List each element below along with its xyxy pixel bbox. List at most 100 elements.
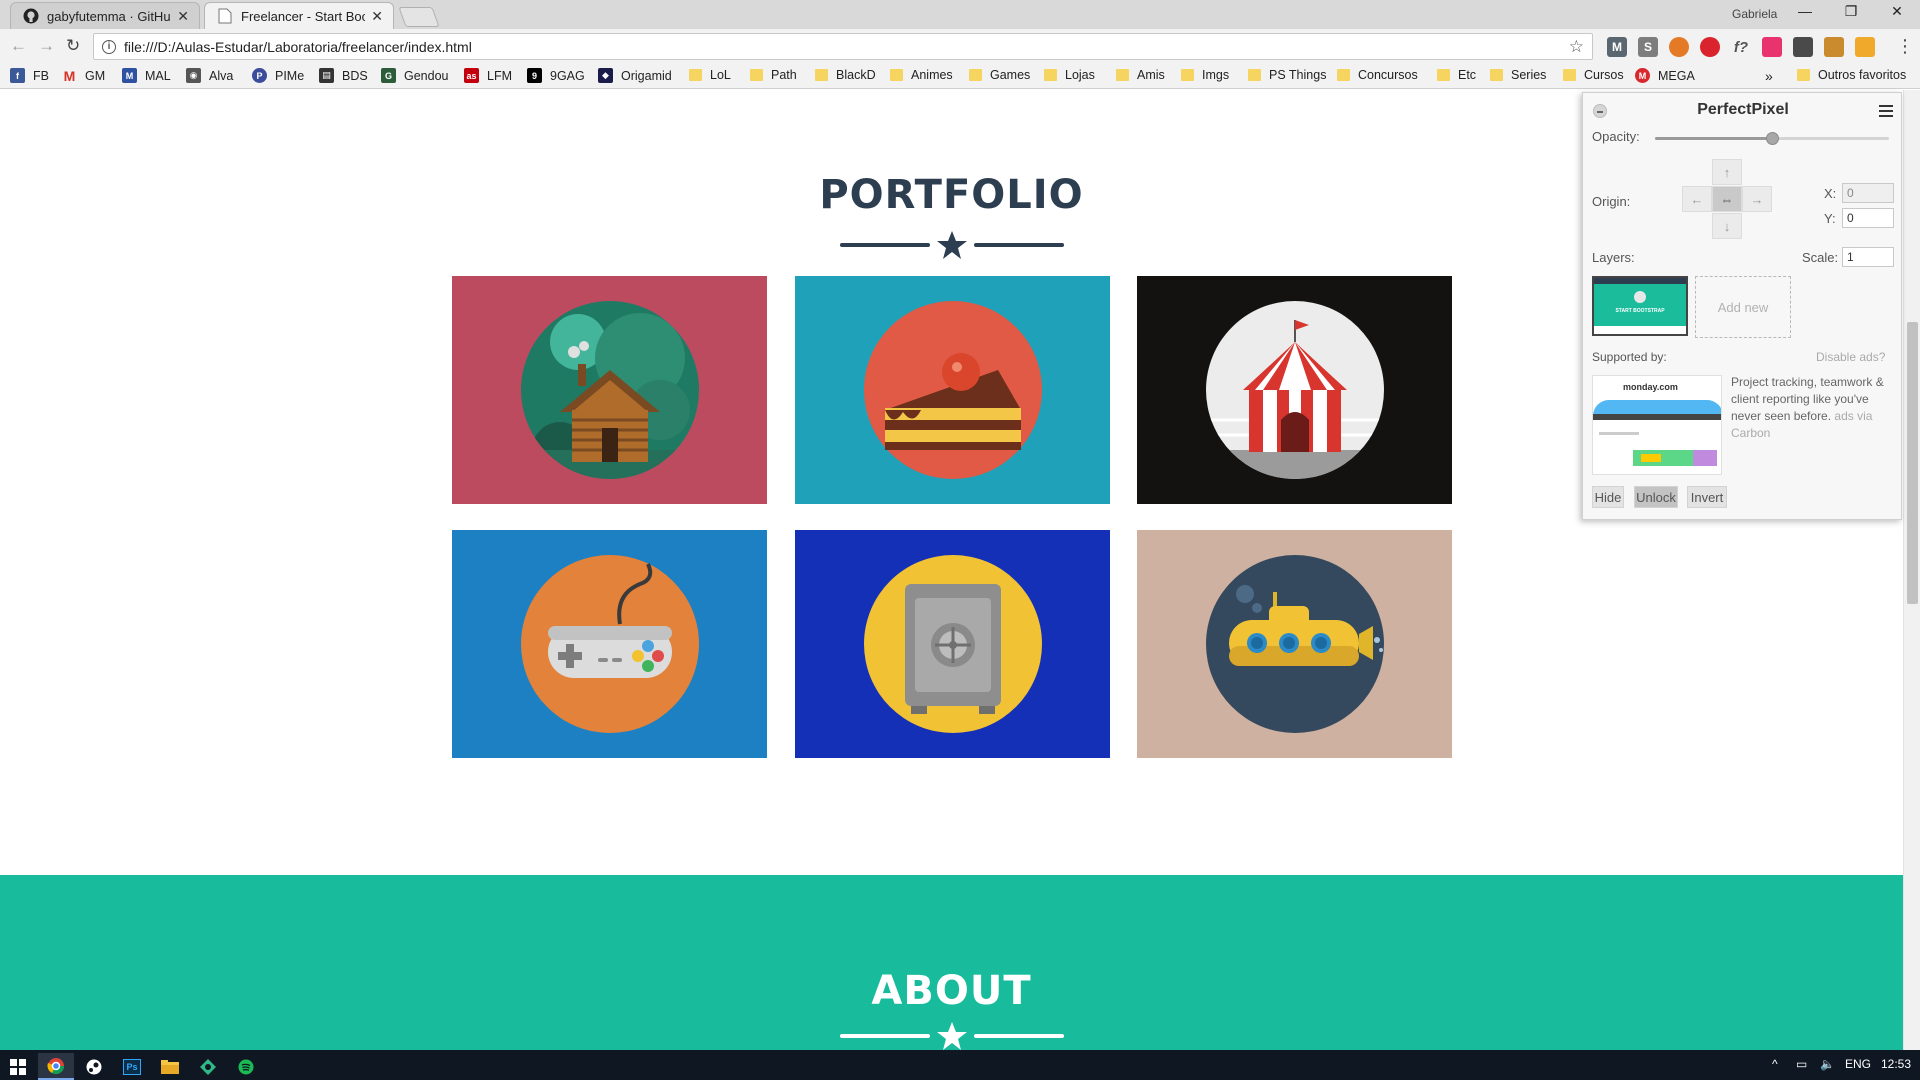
folder-icon: [969, 69, 982, 81]
origin-label: Origin:: [1592, 194, 1631, 209]
unlock-button[interactable]: Unlock: [1634, 486, 1678, 508]
opera-icon[interactable]: [1700, 37, 1720, 57]
move-down-arrow-icon[interactable]: ↓: [1712, 213, 1742, 239]
disable-ads-link[interactable]: Disable ads?: [1816, 350, 1885, 364]
steam-taskbar-icon[interactable]: [76, 1053, 112, 1080]
language-indicator[interactable]: ENG: [1845, 1057, 1871, 1071]
portfolio-item-submarine[interactable]: [1137, 530, 1452, 758]
extension-function-icon[interactable]: f?: [1731, 37, 1751, 57]
bookmark-folder-amis[interactable]: Amis: [1116, 68, 1165, 82]
portfolio-item-safe[interactable]: [795, 530, 1110, 758]
new-tab-button[interactable]: [398, 7, 440, 27]
page-scrollbar[interactable]: [1903, 90, 1920, 1050]
bookmark-fb[interactable]: f FB: [10, 68, 49, 83]
bookmark-folder-etc[interactable]: Etc: [1437, 68, 1476, 82]
bookmark-folder-imgs[interactable]: Imgs: [1181, 68, 1229, 82]
bookmark-folder-lojas[interactable]: Lojas: [1044, 68, 1095, 82]
forward-icon[interactable]: →: [38, 36, 55, 56]
browser-menu-icon[interactable]: ⋮: [1896, 36, 1914, 57]
portfolio-item-cabin[interactable]: [452, 276, 767, 504]
restore-window-icon[interactable]: ❐: [1828, 3, 1874, 20]
bookmark-star-icon[interactable]: ☆: [1569, 37, 1584, 57]
bookmark-gm[interactable]: M GM: [62, 68, 105, 84]
spotify-taskbar-icon[interactable]: [228, 1053, 264, 1080]
bookmark-gendou[interactable]: G Gendou: [381, 68, 448, 83]
move-center-icon[interactable]: ⇔: [1712, 186, 1742, 212]
info-icon[interactable]: i: [102, 39, 116, 54]
bookmark-alva[interactable]: ◉ Alva: [186, 68, 233, 83]
supported-by-label: Supported by:: [1592, 350, 1667, 364]
photoshop-taskbar-icon[interactable]: Ps: [114, 1053, 150, 1080]
menu-icon[interactable]: [1879, 105, 1893, 120]
y-input[interactable]: 0: [1842, 208, 1894, 228]
folder-icon: [1116, 69, 1129, 81]
chrome-taskbar-icon[interactable]: [38, 1053, 74, 1080]
tab-close-icon[interactable]: ✕: [177, 8, 189, 25]
bookmark-bds[interactable]: ▤ BDS: [319, 68, 368, 83]
network-icon[interactable]: ▭: [1796, 1057, 1807, 1071]
tray-chevron-icon[interactable]: ^: [1772, 1057, 1778, 1071]
folder-icon: [1044, 69, 1057, 81]
reload-icon[interactable]: ↻: [66, 36, 80, 56]
extension-m-icon[interactable]: M: [1607, 37, 1627, 57]
extension-hammer-icon[interactable]: [1824, 37, 1844, 57]
move-left-arrow-icon[interactable]: ←: [1682, 186, 1712, 212]
scrollbar-thumb[interactable]: [1907, 322, 1918, 604]
back-icon[interactable]: ←: [10, 36, 27, 56]
bookmark-folder-lol[interactable]: LoL: [689, 68, 731, 82]
move-up-arrow-icon[interactable]: ↑: [1712, 159, 1742, 185]
file-explorer-taskbar-icon[interactable]: [152, 1053, 188, 1080]
scale-input[interactable]: 1: [1842, 247, 1894, 267]
bookmark-origamid[interactable]: ◆ Origamid: [598, 68, 672, 83]
bookmark-folder-blackd[interactable]: BlackD: [815, 68, 876, 82]
bookmark-folder-path[interactable]: Path: [750, 68, 797, 82]
portfolio-item-game[interactable]: [452, 530, 767, 758]
bookmark-folder-games[interactable]: Games: [969, 68, 1030, 82]
add-layer-button[interactable]: Add new: [1695, 276, 1791, 338]
tab-title: gabyfutemma · GitHub: [47, 8, 172, 24]
profile-name[interactable]: Gabriela: [1732, 7, 1777, 21]
bookmark-9gag[interactable]: 9 9GAG: [527, 68, 585, 83]
bookmark-mega[interactable]: M MEGA: [1635, 68, 1695, 83]
minimize-window-icon[interactable]: —: [1782, 3, 1828, 19]
bookmarks-overflow-icon[interactable]: »: [1765, 68, 1773, 84]
address-bar[interactable]: i file:///D:/Aulas-Estudar/Laboratoria/f…: [93, 33, 1593, 60]
layer-thumbnail[interactable]: START BOOTSTRAP: [1592, 276, 1688, 336]
bookmark-folder-cursos[interactable]: Cursos: [1563, 68, 1624, 82]
bookmark-mal[interactable]: M MAL: [122, 68, 171, 83]
portfolio-item-circus[interactable]: [1137, 276, 1452, 504]
windows-start-icon[interactable]: [0, 1053, 36, 1080]
move-right-arrow-icon[interactable]: →: [1742, 186, 1772, 212]
tab-freelancer[interactable]: Freelancer - Start Bootstr ✕: [204, 2, 394, 29]
extension-s-icon[interactable]: S: [1638, 37, 1658, 57]
tab-close-icon[interactable]: ✕: [371, 8, 383, 25]
extension-pen-icon[interactable]: [1855, 37, 1875, 57]
bookmark-folder-ps-things[interactable]: PS Things: [1248, 68, 1326, 82]
gamepad-icon: ◉: [186, 68, 201, 83]
clock[interactable]: 12:53: [1881, 1057, 1911, 1071]
invert-button[interactable]: Invert: [1687, 486, 1727, 508]
x-input[interactable]: 0: [1842, 183, 1894, 203]
perfectpixel-extension-icon[interactable]: [1793, 37, 1813, 57]
bookmark-folder-concursos[interactable]: Concursos: [1337, 68, 1418, 82]
volume-icon[interactable]: 🔈: [1820, 1057, 1835, 1071]
opacity-slider-knob[interactable]: [1766, 132, 1779, 145]
bookmark-folder-other[interactable]: Outros favoritos: [1797, 68, 1906, 82]
extension-pink-icon[interactable]: [1762, 37, 1782, 57]
extension-basketball-icon[interactable]: [1669, 37, 1689, 57]
ad-text[interactable]: Project tracking, teamwork & client repo…: [1731, 374, 1896, 442]
folder-icon: [1797, 69, 1810, 81]
folder-icon: [689, 69, 702, 81]
ad-image[interactable]: monday.com: [1592, 375, 1722, 475]
portfolio-divider: [840, 230, 1064, 260]
portfolio-item-cake[interactable]: [795, 276, 1110, 504]
gitkraken-taskbar-icon[interactable]: [190, 1053, 226, 1080]
bookmark-pime[interactable]: P PIMe: [252, 68, 304, 83]
close-window-icon[interactable]: ✕: [1874, 3, 1920, 20]
opacity-slider[interactable]: [1655, 132, 1889, 145]
bookmark-folder-animes[interactable]: Animes: [890, 68, 953, 82]
bookmark-lfm[interactable]: as LFM: [464, 68, 512, 83]
tab-github[interactable]: gabyfutemma · GitHub ✕: [10, 2, 200, 29]
bookmark-folder-series[interactable]: Series: [1490, 68, 1546, 82]
hide-button[interactable]: Hide: [1592, 486, 1624, 508]
